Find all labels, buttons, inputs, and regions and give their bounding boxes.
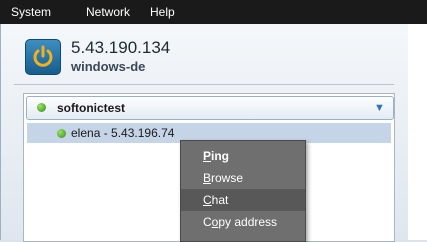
chevron-down-icon[interactable]: ▼ xyxy=(374,102,385,114)
menu-system[interactable]: System xyxy=(11,5,51,19)
menu-item-browse[interactable]: Browse xyxy=(181,167,305,189)
network-online-icon xyxy=(37,103,46,112)
menu-item-ping[interactable]: Ping xyxy=(181,145,305,167)
divider xyxy=(14,84,394,85)
context-menu: Ping Browse Chat Copy address xyxy=(180,140,306,242)
account-host: windows-de xyxy=(71,59,146,74)
member-online-icon xyxy=(57,129,66,138)
menu-item-copy-address[interactable]: Copy address xyxy=(181,211,305,233)
menu-bar: System Network Help xyxy=(0,0,427,24)
member-label: elena - 5.43.196.74 xyxy=(71,126,175,140)
account-ip: 5.43.190.134 xyxy=(71,38,171,57)
menu-network[interactable]: Network xyxy=(86,5,130,19)
power-icon[interactable] xyxy=(25,39,61,75)
window-edge xyxy=(408,24,427,240)
network-name: softonictest xyxy=(57,101,126,115)
menu-item-chat[interactable]: Chat xyxy=(181,189,305,211)
menu-help[interactable]: Help xyxy=(150,5,175,19)
